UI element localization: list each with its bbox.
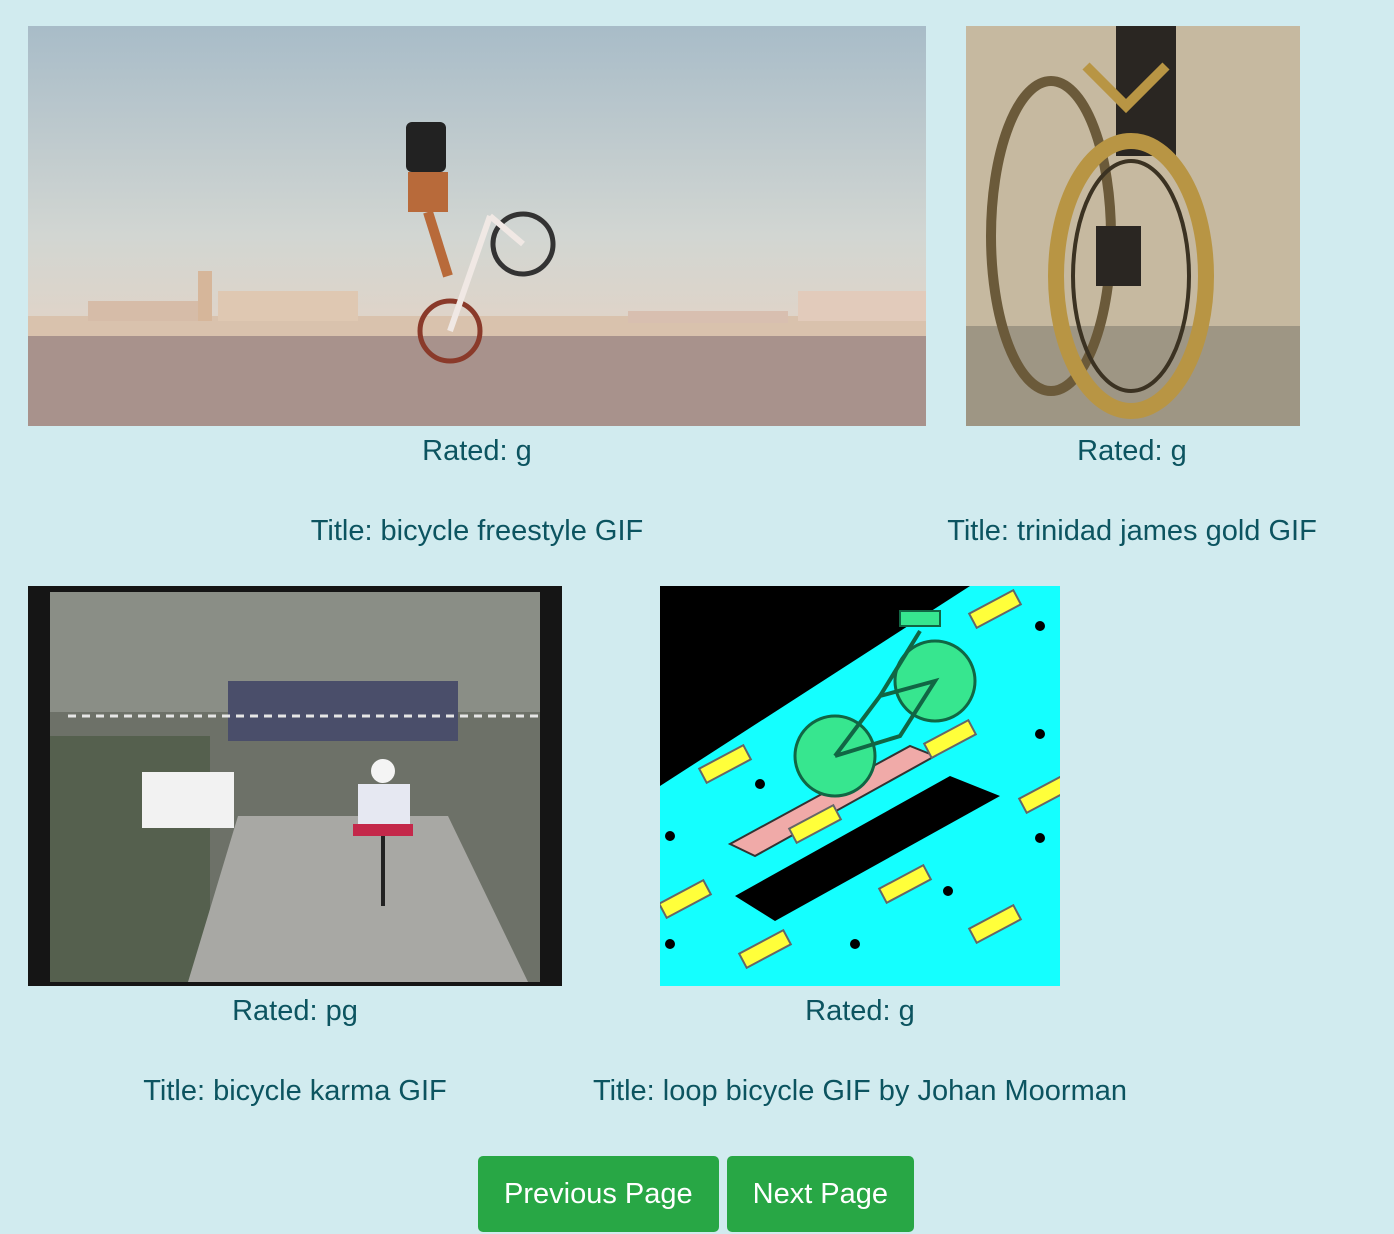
gif-card: Rated: g Title: loop bicycle GIF by Joha… bbox=[562, 586, 1158, 1108]
next-page-button[interactable]: Next Page bbox=[726, 1156, 915, 1232]
title-label: Title: loop bicycle GIF by Johan Moorman bbox=[592, 1075, 1128, 1107]
title-label: Title: bicycle karma GIF bbox=[143, 1075, 447, 1107]
pagination: Previous Page Next Page bbox=[478, 1156, 915, 1232]
rating-label: Rated: pg bbox=[232, 995, 358, 1027]
gif-card: Rated: pg Title: bicycle karma GIF bbox=[28, 586, 562, 1108]
previous-page-button[interactable]: Previous Page bbox=[478, 1156, 719, 1232]
cyclist-race-video-image[interactable] bbox=[28, 586, 562, 986]
gold-bicycle-wheel-image[interactable] bbox=[966, 26, 1300, 426]
title-label: Title: trinidad james gold GIF bbox=[947, 515, 1317, 547]
rating-label: Rated: g bbox=[422, 435, 532, 467]
rating-label: Rated: g bbox=[1077, 435, 1187, 467]
isometric-bicycle-illustration-image[interactable] bbox=[660, 586, 1060, 986]
rating-label: Rated: g bbox=[805, 995, 915, 1027]
title-label: Title: bicycle freestyle GIF bbox=[310, 515, 644, 547]
bmx-stunt-rider-image[interactable] bbox=[28, 26, 926, 426]
gif-card: Rated: g Title: bicycle freestyle GIF bbox=[28, 26, 926, 548]
gif-card: Rated: g Title: trinidad james gold GIF bbox=[926, 26, 1338, 548]
